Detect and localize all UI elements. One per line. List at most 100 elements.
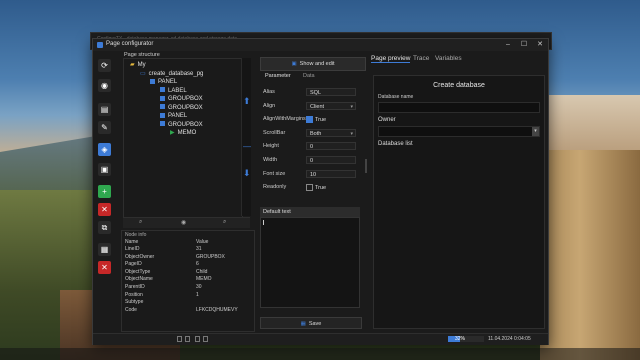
tree-node[interactable]: ▭ create_database_pg (140, 70, 203, 78)
structure-icon[interactable]: ⧉ (98, 221, 111, 234)
node-info-name: ParentID (125, 284, 145, 290)
owner-select[interactable]: ▾ (378, 126, 540, 137)
page-icon[interactable]: ▣ (98, 163, 111, 176)
property-row: ScrollBar Both ▾ (260, 128, 360, 139)
component-icon (160, 104, 165, 110)
save-icon[interactable]: ▦ (98, 243, 111, 256)
move-up-icon[interactable]: ⬆ (243, 96, 251, 107)
database-icon[interactable]: ◈ (98, 143, 111, 156)
tree-node[interactable]: ▶ MEMO (170, 129, 196, 137)
tree-node[interactable]: LABEL (160, 87, 187, 95)
pager-controls[interactable] (177, 336, 211, 342)
node-info-row: Position 1 (125, 292, 251, 299)
property-checkbox[interactable]: True (306, 116, 326, 124)
prev-page-icon[interactable] (185, 336, 190, 342)
wallpaper-cliff (540, 150, 640, 360)
page-structure-tree[interactable]: ▰ My ▭ create_database_pg PANEL LABEL GROUPBOX… (123, 58, 243, 218)
page-preview-area: Create database Database name Owner ▾ Da… (373, 75, 545, 329)
node-info-value: 6 (196, 261, 199, 268)
property-value[interactable]: 10 (306, 169, 356, 178)
node-info-row: PageID 6 (125, 261, 251, 268)
property-value-text: Both (310, 130, 322, 137)
property-row: Align Client ▾ (260, 101, 360, 112)
node-info-name: PageID (125, 261, 142, 268)
database-name-input[interactable] (378, 102, 540, 113)
save-button[interactable]: ▦ Save (260, 317, 362, 329)
status-bar: 32% 11.04.2024 0:04:05 (93, 333, 548, 345)
property-row: Readonly True (260, 182, 360, 193)
node-info-name: ObjectName (125, 276, 153, 283)
property-checkbox[interactable]: True (306, 184, 326, 192)
tree-node-label: create_database_pg (148, 70, 204, 77)
tab-parameter[interactable]: Parameter (265, 73, 291, 79)
property-value-text: 10 (310, 171, 317, 178)
tree-node[interactable]: PANEL (160, 112, 187, 120)
text-cursor (263, 220, 264, 225)
tree-node-label: My (137, 62, 146, 68)
folder-icon: ▰ (130, 62, 135, 68)
page-configurator-window: Page configurator – ☐ ✕ ⟳ ◉ ▤ ✎ ◈ ▣ + ✕ ⧉ ▦ ✕ Page… (92, 38, 549, 345)
add-icon[interactable]: + (98, 185, 111, 198)
close-window-button[interactable]: ✕ (533, 40, 547, 50)
move-down-icon[interactable]: ⬇ (243, 168, 251, 179)
last-page-icon[interactable] (203, 336, 208, 342)
panel-splitter[interactable] (365, 159, 367, 173)
view-icon[interactable]: ◉ (181, 219, 186, 226)
close-icon[interactable]: ✕ (98, 261, 111, 274)
first-page-icon[interactable] (177, 336, 182, 342)
move-center-icon[interactable]: — (243, 142, 251, 151)
tab-data[interactable]: Data (303, 73, 315, 79)
tree-node-label: GROUPBOX (168, 104, 203, 111)
tab-trace[interactable]: Trace (413, 55, 429, 62)
chevron-down-icon[interactable]: ▾ (532, 127, 539, 136)
node-info-row: Code LFKCDQHUMEVY (125, 307, 251, 314)
component-icon (160, 121, 165, 127)
tree-node[interactable]: ▰ My (130, 61, 146, 69)
component-icon (160, 112, 165, 118)
wallpaper-town (545, 95, 640, 155)
property-value-text: SQL (310, 90, 322, 96)
node-info-row: LineID 31 (125, 246, 251, 253)
property-value[interactable]: 0 (306, 156, 356, 164)
tab-variables[interactable]: Variables (435, 55, 462, 62)
property-value[interactable]: Both ▾ (306, 128, 356, 138)
tree-node[interactable]: GROUPBOX (160, 95, 203, 103)
property-key: Align (263, 102, 276, 109)
checkbox-icon[interactable] (306, 184, 313, 192)
tree-node[interactable]: GROUPBOX (160, 104, 203, 112)
property-value[interactable]: SQL (306, 88, 356, 96)
tree-node[interactable]: GROUPBOX (160, 121, 203, 129)
app-icon (97, 42, 103, 48)
property-value[interactable]: Client ▾ (306, 101, 356, 111)
property-row: Width 0 (260, 155, 360, 166)
minimize-button[interactable]: – (501, 40, 515, 50)
tree-node[interactable]: PANEL (150, 78, 177, 86)
progress-bar (448, 336, 484, 342)
chevron-down-icon[interactable]: ▾ (350, 103, 353, 111)
document-icon[interactable]: ▤ (98, 103, 111, 116)
property-value[interactable]: 0 (306, 142, 356, 151)
save-label: Save (308, 321, 322, 327)
default-text-input[interactable] (260, 217, 360, 308)
owner-label: Owner (378, 117, 396, 123)
search-right-icon[interactable]: ⌕ (223, 219, 226, 226)
checkbox-icon[interactable] (306, 116, 313, 124)
tab-page-preview[interactable]: Page preview (371, 55, 411, 63)
next-page-icon[interactable] (195, 336, 200, 342)
search-left-icon[interactable]: ⌕ (139, 219, 142, 226)
tree-scroll-panel[interactable]: ⬆ — ⬇ (241, 58, 251, 216)
delete-icon[interactable]: ✕ (98, 203, 111, 216)
edit-icon[interactable]: ✎ (98, 121, 111, 134)
refresh-icon[interactable]: ⟳ (98, 59, 111, 72)
node-info-row: ObjectType Child (125, 269, 251, 276)
eye-icon[interactable]: ◉ (98, 79, 111, 92)
show-and-edit-button[interactable]: ▣ Show and edit (260, 57, 366, 71)
chevron-down-icon[interactable]: ▾ (350, 130, 353, 138)
property-key: Readonly (263, 184, 287, 191)
component-icon (160, 95, 165, 101)
maximize-button[interactable]: ☐ (517, 40, 531, 50)
property-key: Alias (263, 89, 275, 95)
component-icon (160, 87, 165, 93)
title-bar[interactable]: Page configurator – ☐ ✕ (93, 39, 548, 51)
tree-node-label: GROUPBOX (168, 96, 203, 102)
